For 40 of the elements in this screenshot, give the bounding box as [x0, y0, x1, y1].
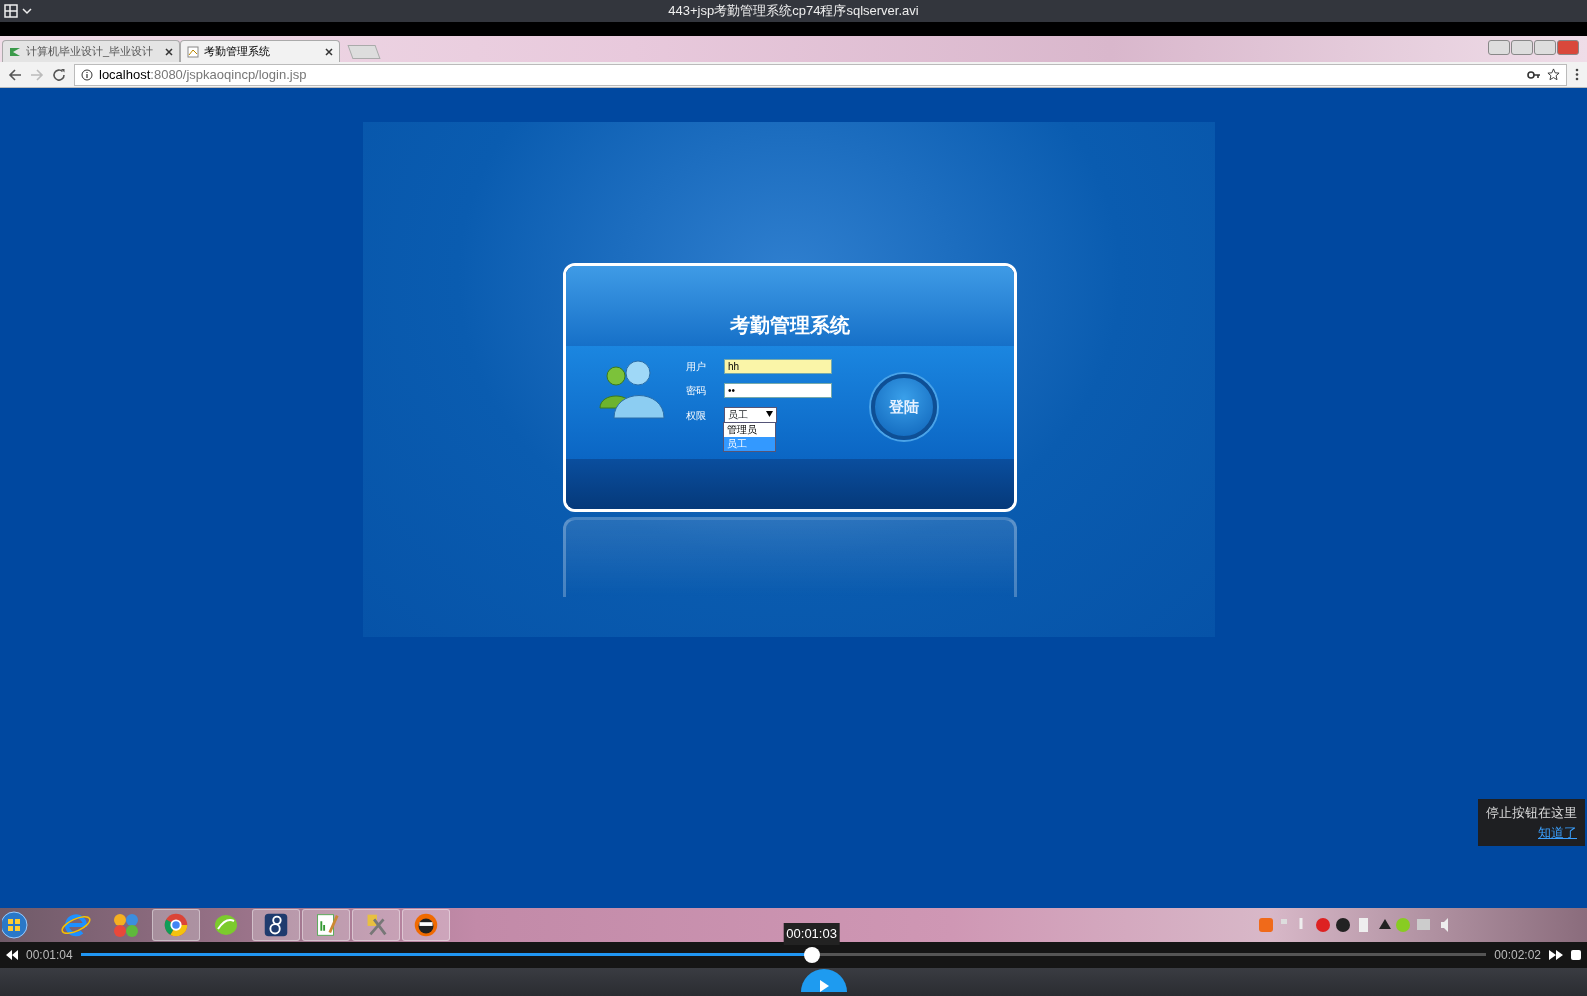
star-icon[interactable] — [1547, 68, 1560, 81]
reload-icon[interactable] — [52, 67, 66, 82]
site-logo-icon — [9, 45, 21, 58]
back-arrow-icon[interactable] — [8, 67, 22, 82]
field-label: 用户 — [686, 360, 707, 374]
chrome-icon[interactable] — [152, 909, 200, 941]
tab-title: 考勤管理系统 — [204, 44, 271, 60]
username-field[interactable]: hh — [724, 359, 832, 374]
field-label: 密码 — [686, 384, 707, 398]
tab-title: 计算机毕业设计_毕业设计 — [26, 44, 155, 60]
current-time: 00:01:04 — [26, 947, 73, 964]
got-it-link[interactable]: 知道了 — [1538, 824, 1577, 840]
hover-time: 00:01:03 — [783, 923, 840, 945]
page-icon — [187, 45, 199, 58]
system-title: 考勤管理系统 — [730, 312, 850, 339]
video-title: 443+jsp考勤管理系统cp74程序sqlserver.avi — [668, 2, 919, 21]
layout-icon[interactable] — [4, 4, 18, 18]
stop-icon[interactable] — [1571, 950, 1581, 960]
browser-tab[interactable]: 计算机毕业设计_毕业设计 — [2, 40, 180, 62]
password-field[interactable]: •• — [724, 383, 832, 398]
total-time: 00:02:02 — [1494, 947, 1541, 964]
fast-forward-icon[interactable] — [1549, 950, 1563, 960]
caret-icon[interactable] — [766, 411, 773, 417]
info-icon[interactable] — [81, 68, 93, 81]
tip-text: 停止按钮在这里 — [1486, 804, 1577, 822]
play-button-icon[interactable] — [800, 968, 847, 992]
browser-tab[interactable]: 考勤管理系统 — [180, 40, 340, 62]
menu-icon[interactable] — [1575, 68, 1579, 81]
key-icon[interactable] — [1527, 69, 1541, 80]
role-select[interactable]: 员工 — [724, 407, 777, 423]
close-icon[interactable] — [165, 47, 173, 56]
address-bar[interactable]: localhost:8080/jspkaoqincp/login.jsp — [74, 63, 1567, 86]
eight-icon[interactable] — [252, 909, 300, 941]
chevron-down-icon[interactable] — [22, 7, 32, 15]
field-label: 权限 — [686, 408, 707, 423]
seek-handle[interactable] — [803, 947, 820, 963]
dropdown-option[interactable]: 管理员 — [724, 423, 775, 437]
close-icon[interactable] — [325, 47, 333, 56]
rewind-icon[interactable] — [6, 950, 18, 960]
url-text: localhost:8080/jspkaoqincp/login.jsp — [99, 65, 308, 84]
